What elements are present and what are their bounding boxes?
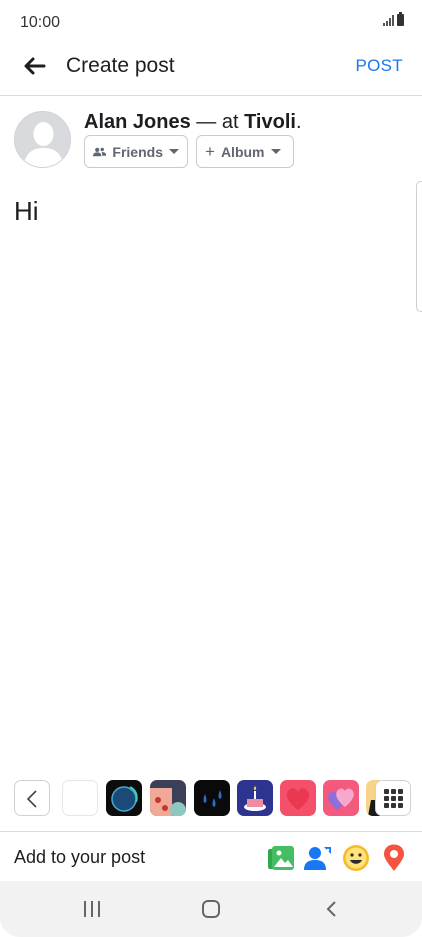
photo-icon[interactable] [266,843,296,873]
status-icons [383,12,404,26]
feeling-icon[interactable] [341,843,371,873]
home-button[interactable] [202,900,220,918]
chevron-left-icon [26,790,37,808]
chevron-down-icon [169,149,179,154]
tag-people-icon[interactable] [303,843,333,873]
sticker-pink-abstract[interactable] [150,780,186,816]
friends-label: Friends [112,143,163,160]
location-icon[interactable] [379,843,409,873]
sticker-row [0,778,422,822]
side-panel-handle[interactable] [416,181,422,312]
system-nav-bar [0,881,422,937]
album-label: Album [220,143,265,160]
hearts-icon [328,788,354,810]
battery-icon [397,12,404,26]
audience-selector[interactable]: Friends [84,135,188,168]
disc-icon [111,786,138,812]
signal-icon [383,15,394,26]
friends-icon [93,147,107,156]
author-line: Alan Jones — at Tivoli. [84,111,302,134]
album-selector[interactable]: + Album [196,135,294,168]
abstract-icon [150,788,186,816]
status-bar: 10:00 [0,0,422,46]
sticker-blank[interactable] [62,780,98,816]
author-connector: — at [196,111,239,133]
sticker-raindrops[interactable] [194,780,230,816]
sticker-red-heart[interactable] [280,780,316,816]
status-time: 10:00 [20,14,61,31]
default-avatar-icon [15,112,70,167]
add-to-post-label: Add to your post [14,847,146,867]
cake-icon [244,786,266,811]
sticker-pink-hearts[interactable] [323,780,359,816]
recents-button[interactable] [84,901,100,917]
author-line-end: . [295,111,302,133]
author-name[interactable]: Alan Jones [84,111,191,133]
plus-icon: + [205,141,215,161]
sticker-grid-button[interactable] [375,780,411,816]
post-button[interactable]: POST [356,56,404,76]
avatar [14,111,71,168]
post-text-input[interactable]: Hi [14,196,39,227]
sticker-cake[interactable] [237,780,273,816]
sticker-blue-disc[interactable] [106,780,142,816]
back-arrow-icon[interactable] [20,52,48,80]
page-title: Create post [66,54,175,77]
add-to-post-bar[interactable]: Add to your post [0,831,422,881]
raindrops-icon [203,790,222,807]
heart-icon [286,788,310,810]
chevron-down-icon [270,149,281,154]
system-back-icon[interactable] [322,899,342,919]
app-header: Create post POST [0,46,422,96]
location-name[interactable]: Tivoli [244,111,296,133]
sticker-prev-button[interactable] [14,780,50,816]
